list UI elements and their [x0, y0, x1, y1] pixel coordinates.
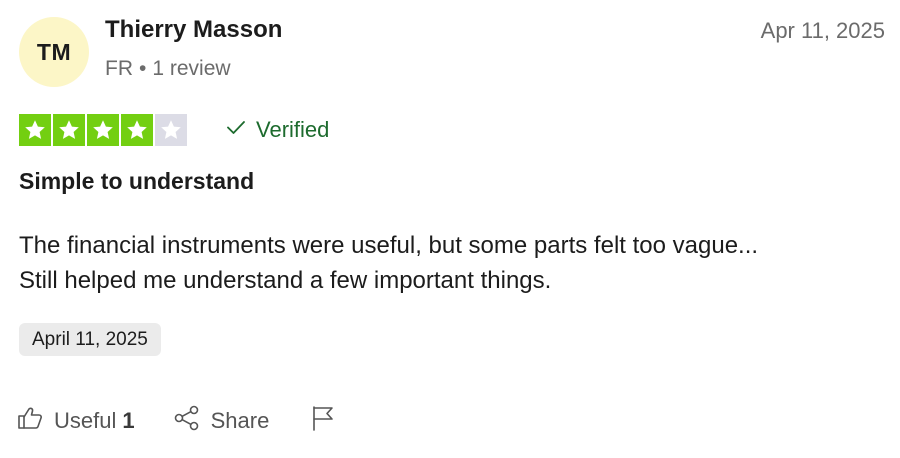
share-icon — [173, 404, 201, 438]
star-filled — [121, 114, 153, 146]
meta-separator: • — [139, 57, 147, 80]
flag-icon — [309, 404, 337, 438]
experience-date-badge: April 11, 2025 — [19, 323, 161, 356]
useful-count: 1 — [122, 408, 135, 433]
star-filled — [19, 114, 51, 146]
share-label: Share — [210, 408, 270, 433]
star-rating[interactable] — [19, 114, 187, 146]
star-icon — [127, 120, 147, 139]
thumbs-up-icon — [16, 404, 44, 438]
reviewer-meta: FR • 1 review — [105, 57, 231, 81]
review-body: The financial instruments were useful, b… — [19, 228, 879, 298]
reviewer-name[interactable]: Thierry Masson — [105, 16, 282, 44]
star-filled — [87, 114, 119, 146]
review-body-line: Still helped me understand a few importa… — [19, 267, 552, 294]
reviewer-country: FR — [105, 57, 133, 80]
star-icon — [161, 120, 181, 139]
verified-label: Verified — [256, 117, 330, 142]
avatar[interactable]: TM — [19, 17, 89, 87]
review-actions: Useful 1 Share — [16, 404, 337, 438]
star-icon — [59, 120, 79, 139]
useful-button[interactable]: Useful 1 — [16, 404, 135, 438]
checkmark-icon — [226, 117, 246, 143]
avatar-initials: TM — [36, 38, 72, 65]
review-body-line: The financial instruments were useful, b… — [19, 232, 759, 259]
star-filled — [53, 114, 85, 146]
review-posted-date: Apr 11, 2025 — [760, 18, 885, 43]
useful-label: Useful — [54, 408, 117, 433]
experience-date: April 11, 2025 — [32, 328, 148, 350]
verified-badge[interactable]: Verified — [226, 117, 329, 143]
star-empty — [155, 114, 187, 146]
review-title: Simple to understand — [19, 168, 255, 194]
share-button[interactable]: Share — [173, 404, 270, 438]
star-icon — [25, 120, 45, 139]
report-button[interactable] — [309, 404, 337, 438]
review-card: TM Thierry Masson FR • 1 review Apr 11, 20… — [0, 0, 900, 458]
star-icon — [93, 120, 113, 139]
reviewer-review-count: 1 review — [152, 57, 231, 80]
